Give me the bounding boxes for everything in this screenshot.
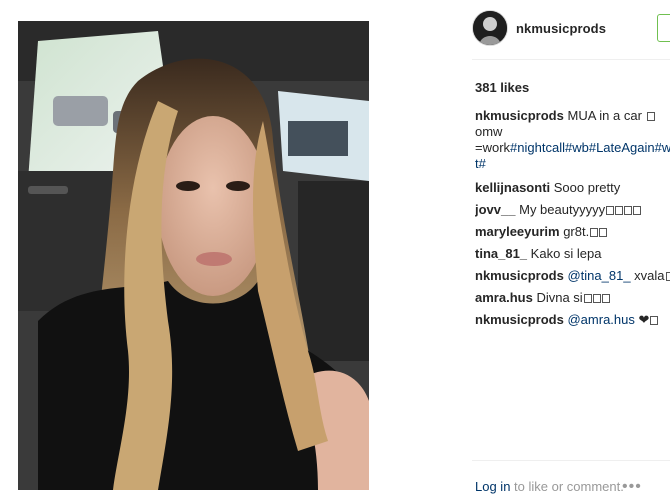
more-dots-icon[interactable]: ••• — [622, 478, 642, 496]
comment-text: xvala — [630, 268, 665, 283]
likes-count[interactable]: 381 likes — [475, 80, 529, 95]
list-item: kellijnasonti Sooo pretty — [475, 178, 670, 197]
comment-text: ❤ — [634, 312, 650, 327]
comment-username[interactable]: maryleeyurim — [475, 224, 560, 239]
hashtag-link[interactable]: #wb — [565, 140, 589, 155]
comment-username[interactable]: kellijnasonti — [475, 180, 550, 195]
hashtag-link[interactable]: #w — [655, 140, 670, 155]
mention-link[interactable]: @tina_81_ — [567, 268, 630, 283]
hashtag-link[interactable]: #nightcall — [510, 140, 565, 155]
list-item: nkmusicprods @amra.hus ❤ — [475, 310, 670, 329]
comment-username[interactable]: tina_81_ — [475, 246, 527, 261]
selfie-image — [18, 21, 369, 490]
post-header: nkmusicprods — [472, 10, 670, 46]
comment-text: Sooo pretty — [553, 180, 621, 195]
comment-text: Divna si — [536, 290, 583, 305]
avatar[interactable] — [472, 10, 508, 46]
login-prompt: Log in to like or comment. — [475, 479, 624, 494]
comment-list: nkmusicprods MUA in a car omw =work#nigh… — [475, 108, 670, 332]
hashtag-link[interactable]: #LateAgain — [589, 140, 655, 155]
footer-divider — [472, 460, 670, 461]
caption-username[interactable]: nkmusicprods — [475, 108, 564, 123]
list-item: maryleeyurim gr8t. — [475, 222, 670, 241]
post-author-username[interactable]: nkmusicprods — [516, 21, 606, 36]
comment-text: Kako si lepa — [530, 246, 602, 261]
avatar-image — [473, 11, 507, 45]
login-link[interactable]: Log in — [475, 479, 510, 494]
list-item: nkmusicprods @tina_81_ xvalata — [475, 266, 670, 285]
comment-username[interactable]: amra.hus — [475, 290, 533, 305]
post-photo[interactable] — [18, 21, 369, 490]
login-prompt-text: to like or comment. — [510, 479, 624, 494]
comment-username[interactable]: nkmusicprods — [475, 268, 564, 283]
comment-username[interactable]: jovv__ — [475, 202, 515, 217]
comment-text: gr8t. — [563, 224, 590, 239]
comment-username[interactable]: nkmusicprods — [475, 312, 564, 327]
mention-link[interactable]: @amra.hus — [567, 312, 634, 327]
list-item: amra.hus Divna si — [475, 288, 670, 307]
list-item: jovv__ My beautyyyyy — [475, 200, 670, 219]
caption: nkmusicprods MUA in a car omw =work#nigh… — [475, 108, 670, 171]
comment-text: My beautyyyyy — [519, 202, 606, 217]
post-sidebar: nkmusicprods 381 likes nkmusicprods MUA … — [458, 0, 670, 502]
header-divider — [472, 59, 670, 60]
follow-button[interactable] — [657, 14, 670, 42]
list-item: tina_81_ Kako si lepa — [475, 244, 670, 263]
